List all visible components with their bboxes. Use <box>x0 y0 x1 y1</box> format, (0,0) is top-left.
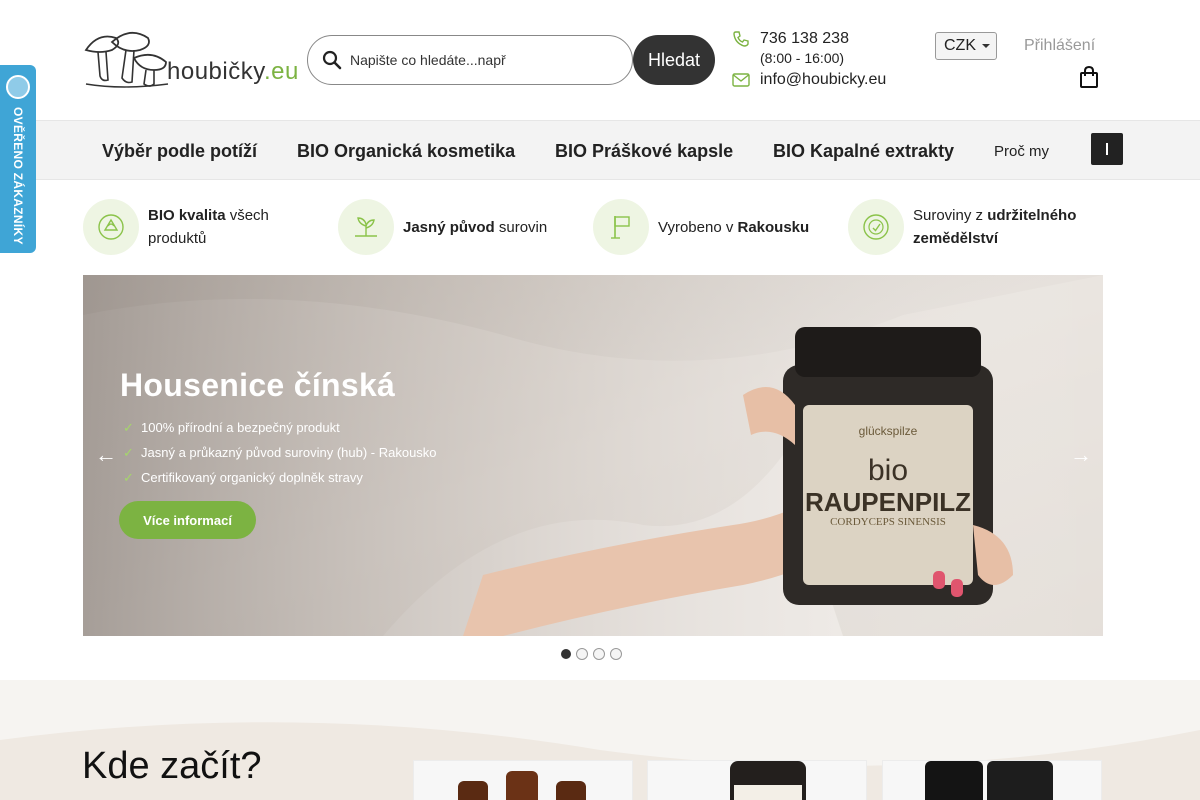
more-info-button[interactable]: Více informací <box>119 501 256 539</box>
mushroom-logo-icon <box>84 32 169 88</box>
badge-text: OVĚŘENO ZÁKAZNÍKY <box>11 107 25 245</box>
leaf-icon <box>848 199 904 255</box>
verified-seal-icon <box>6 75 30 99</box>
jar-bio: bio <box>868 454 908 487</box>
recycle-icon <box>83 199 139 255</box>
verified-customers-badge[interactable]: OVĚŘENO ZÁKAZNÍKY <box>0 65 36 253</box>
slider-dot-4[interactable] <box>610 648 622 660</box>
jar-brand: glückspilze <box>859 424 918 438</box>
phone-icon <box>733 31 749 47</box>
hero-slider[interactable]: CORDYCEPS SINENSIS glückspilze bio RAUPE… <box>83 275 1103 636</box>
email-link[interactable]: info@houbicky.eu <box>760 71 886 89</box>
feature-text: Suroviny z udržitelného zemědělství <box>913 207 1077 247</box>
arrow-left-icon[interactable]: ← <box>95 444 117 466</box>
feature-text: Jasný původ surovin <box>403 218 548 236</box>
flag-icon <box>593 199 649 255</box>
main-nav: Výběr podle potíží BIO Organická kosmeti… <box>0 120 1200 180</box>
feature-clear-origin: Jasný původ surovin <box>338 199 547 255</box>
feature-made-in-austria: Vyrobeno v Rakousku <box>593 199 809 255</box>
mail-icon <box>732 73 750 87</box>
search-input[interactable] <box>350 52 610 68</box>
opening-hours: (8:00 - 16:00) <box>760 50 845 66</box>
feature-text: Vyrobeno v Rakousku <box>658 218 810 236</box>
list-item: Certifikovaný organický doplněk stravy <box>123 465 437 490</box>
jar-title: RAUPENPILZ <box>805 487 971 517</box>
search-icon[interactable] <box>322 50 342 70</box>
login-link[interactable]: Přihlášení <box>1024 37 1095 55</box>
contact-info: 736 138 238 (8:00 - 16:00) info@houbicky… <box>732 30 886 89</box>
list-item: 100% přírodní a bezpečný produkt <box>123 415 437 440</box>
product-card[interactable] <box>882 760 1102 800</box>
list-item: Jasný a průkazný původ suroviny (hub) - … <box>123 440 437 465</box>
menu-toggle-button[interactable] <box>1091 133 1123 165</box>
site-logo[interactable]: houbičky.eu <box>82 28 298 90</box>
nav-item-bio-praskove-kapsle[interactable]: BIO Práškové kapsle <box>555 141 733 162</box>
currency-select[interactable]: CZK <box>935 32 997 60</box>
slider-dot-2[interactable] <box>576 648 588 660</box>
slider-dot-1[interactable] <box>561 649 571 659</box>
slide-benefits-list: 100% přírodní a bezpečný produkt Jasný a… <box>123 415 437 490</box>
nav-item-bio-kapalne-extrakty[interactable]: BIO Kapalné extrakty <box>773 141 954 162</box>
slider-dot-3[interactable] <box>593 648 605 660</box>
slider-pagination <box>561 648 622 660</box>
slide-title: Housenice čínská <box>120 367 396 403</box>
product-card[interactable] <box>413 760 633 800</box>
menu-icon <box>1106 143 1108 155</box>
feature-text: BIO kvalita všech produktů <box>148 207 269 247</box>
product-image <box>730 761 806 800</box>
site-header: houbičky.eu Hledat 736 138 238 (8:00 - 1… <box>0 0 1200 120</box>
feature-sustainable-farming: Suroviny z udržitelného zemědělství <box>848 199 1098 255</box>
where-to-start-section: Kde začít? <box>0 680 1200 800</box>
search-box <box>307 35 633 85</box>
nav-item-vyber-podle-potizi[interactable]: Výběr podle potíží <box>102 141 257 162</box>
product-card[interactable] <box>647 760 867 800</box>
currency-value: CZK <box>944 37 976 54</box>
chevron-down-icon <box>982 44 990 48</box>
nav-item-proc-my[interactable]: Proč my <box>994 143 1049 160</box>
shopping-bag-icon[interactable] <box>1079 66 1099 88</box>
phone-number[interactable]: 736 138 238 <box>760 30 849 48</box>
nav-item-bio-organicka-kosmetika[interactable]: BIO Organická kosmetika <box>297 141 515 162</box>
section-title: Kde začít? <box>82 745 262 787</box>
product-image <box>925 761 1053 800</box>
logo-text: houbičky.eu <box>167 58 299 85</box>
arrow-right-icon[interactable]: → <box>1070 444 1092 466</box>
search-button[interactable]: Hledat <box>633 35 715 85</box>
product-image <box>458 771 586 800</box>
sprout-icon <box>338 199 394 255</box>
feature-bio-quality: BIO kvalita všech produktů <box>83 199 308 255</box>
jar-subtitle: CORDYCEPS SINENSIS <box>830 516 946 528</box>
